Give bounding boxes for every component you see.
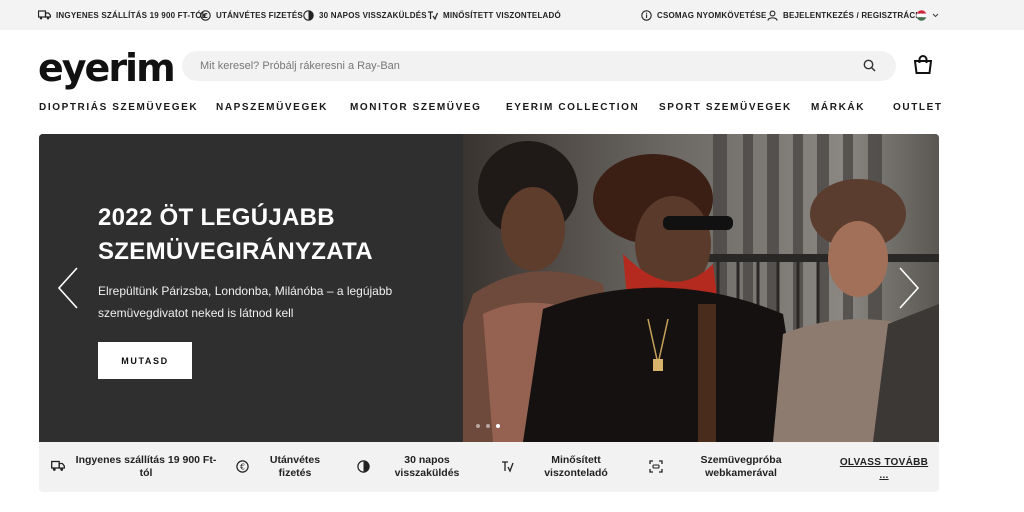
nav-sport-glasses[interactable]: SPORT SZEMÜVEGEK — [659, 102, 792, 113]
cod-text: UTÁNVÉTES FIZETÉS — [216, 10, 303, 20]
benefits-bar: Ingyenes szállítás 19 900 Ft-tól € Utánv… — [39, 442, 939, 492]
nav-sunglasses[interactable]: NAPSZEMÜVEGEK — [216, 102, 328, 113]
nav-brands[interactable]: MÁRKÁK — [811, 102, 865, 113]
tracking-text: CSOMAG NYOMKÖVETÉSE — [657, 10, 767, 20]
info-icon — [641, 9, 652, 21]
nav-eyerim-collection[interactable]: EYERIM COLLECTION — [506, 102, 639, 113]
nav-prescription-glasses[interactable]: DIOPTRIÁS SZEMÜVEGEK — [39, 102, 198, 113]
return-icon — [357, 460, 370, 473]
carousel-dot-2[interactable] — [486, 424, 490, 428]
street-fashion-photo — [463, 134, 939, 442]
tracking-link[interactable]: CSOMAG NYOMKÖVETÉSE — [641, 9, 767, 21]
carousel-next-arrow-icon[interactable] — [898, 266, 920, 310]
benefit-cod-text: Utánvétes fizetés — [269, 454, 321, 479]
read-more-link[interactable]: OLVASS TOVÁBB ... — [839, 456, 929, 482]
chevron-down-icon — [932, 13, 939, 17]
carousel-dots — [476, 424, 500, 428]
certified-icon — [502, 461, 514, 473]
free-shipping-notice: INGYENES SZÁLLÍTÁS 19 900 FT-TÓL — [38, 9, 207, 21]
eyerim-logo[interactable]: eyerim — [38, 46, 176, 90]
certified-icon — [428, 10, 438, 20]
hero-carousel[interactable]: 2022 ÖT LEGÚJABB SZEMÜVEGIRÁNYZATA Elrep… — [39, 134, 939, 442]
truck-icon — [51, 460, 65, 471]
hungary-flag-icon — [916, 9, 927, 21]
hero-subtitle: Elrepültünk Párizsba, Londonba, Milánóba… — [98, 284, 393, 320]
nav-computer-glasses[interactable]: MONITOR SZEMÜVEG — [350, 102, 482, 113]
free-shipping-text: INGYENES SZÁLLÍTÁS 19 900 FT-TÓL — [56, 10, 207, 20]
hero-cta-button[interactable]: MUTASD — [98, 342, 192, 379]
carousel-dot-3-active[interactable] — [496, 424, 500, 428]
truck-icon — [38, 10, 51, 20]
search-bar[interactable] — [182, 51, 896, 81]
hero-photo — [463, 134, 939, 442]
search-input[interactable] — [200, 51, 840, 81]
hero-text-panel: 2022 ÖT LEGÚJABB SZEMÜVEGIRÁNYZATA Elrep… — [39, 134, 463, 442]
return-icon — [303, 9, 314, 21]
hero-title: 2022 ÖT LEGÚJABB SZEMÜVEGIRÁNYZATA — [98, 204, 373, 265]
nav-outlet[interactable]: OUTLET — [893, 102, 943, 113]
benefit-free-shipping-text: Ingyenes szállítás 19 900 Ft-tól — [75, 454, 217, 479]
benefit-webcam-tryon-text: Szemüvegpróba webkamerával — [700, 454, 782, 479]
user-icon — [767, 10, 778, 21]
returns-notice: 30 NAPOS VISSZAKÜLDÉS — [303, 9, 427, 21]
euro-icon: € — [200, 9, 211, 21]
top-info-bar: INGYENES SZÁLLÍTÁS 19 900 FT-TÓL € UTÁNV… — [0, 0, 1024, 30]
carousel-dot-1[interactable] — [476, 424, 480, 428]
benefit-returns-text: 30 napos visszaküldés — [394, 454, 460, 479]
logo-text: eyerim — [38, 46, 176, 90]
search-icon[interactable] — [863, 59, 876, 72]
benefit-certified-text: Minősített viszonteladó — [544, 454, 608, 479]
certified-notice: MINŐSÍTETT VISZONTELADÓ — [427, 9, 561, 21]
login-link[interactable]: BEJELENTKEZÉS / REGISZTRÁCIÓ — [767, 9, 924, 21]
certified-text: MINŐSÍTETT VISZONTELADÓ — [443, 10, 561, 20]
returns-text: 30 NAPOS VISSZAKÜLDÉS — [319, 10, 427, 20]
carousel-prev-arrow-icon[interactable] — [57, 266, 79, 310]
svg-text:€: € — [240, 462, 245, 471]
login-text: BEJELENTKEZÉS / REGISZTRÁCIÓ — [783, 10, 925, 20]
euro-icon: € — [236, 460, 249, 473]
cod-notice: € UTÁNVÉTES FIZETÉS — [200, 9, 303, 21]
webcam-tryon-icon — [649, 460, 663, 473]
svg-text:€: € — [202, 12, 208, 20]
shopping-bag-icon[interactable] — [913, 55, 933, 74]
language-selector[interactable] — [916, 9, 939, 21]
